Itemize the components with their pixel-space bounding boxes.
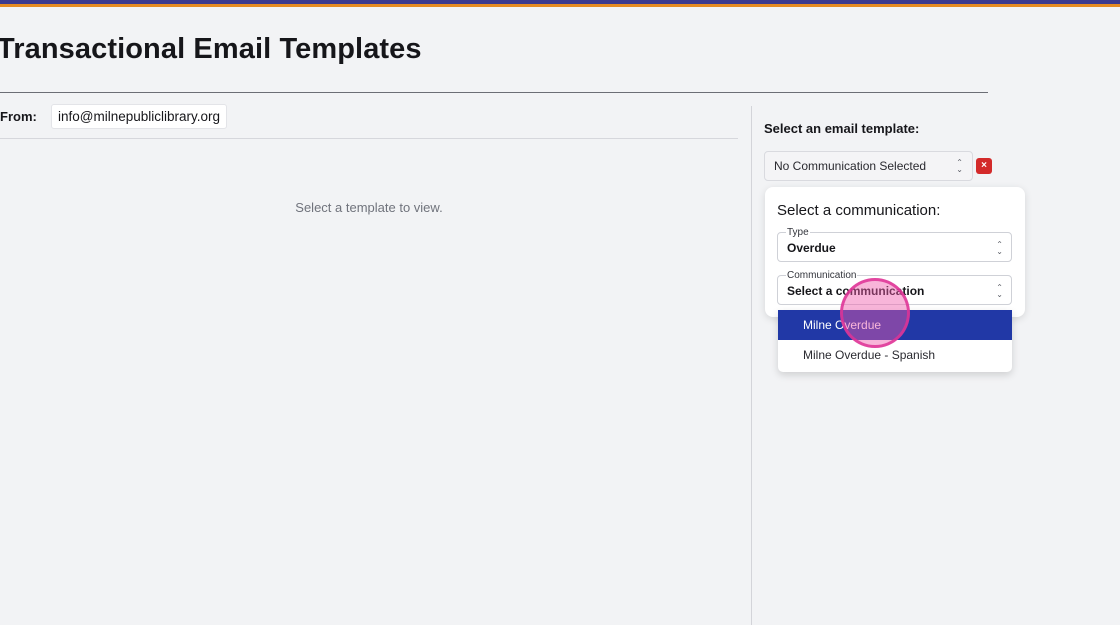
close-icon: ×	[981, 160, 987, 171]
communication-card-heading: Select a communication:	[777, 202, 941, 219]
type-select[interactable]: Type Overdue ⌃ ⌄	[777, 227, 1012, 262]
type-select-value: Overdue	[787, 241, 836, 255]
template-panel-title: Select an email template:	[764, 121, 920, 136]
menu-option-milne-overdue-spanish[interactable]: Milne Overdue - Spanish	[778, 340, 1012, 370]
from-label: From:	[0, 108, 37, 124]
page-title: Transactional Email Templates	[0, 33, 422, 65]
chevron-up-down-icon: ⌃ ⌄	[956, 158, 963, 174]
from-divider	[0, 138, 738, 139]
communication-select-label: Communication	[786, 270, 858, 281]
clear-template-button[interactable]: ×	[976, 158, 992, 174]
top-accent-bar	[0, 0, 1120, 7]
email-template-select[interactable]: No Communication Selected ⌃ ⌄	[764, 151, 973, 181]
type-select-label: Type	[786, 227, 810, 238]
panel-divider	[751, 106, 752, 625]
email-template-select-value: No Communication Selected	[774, 159, 927, 173]
click-indicator	[840, 278, 910, 348]
top-accent-stripe-secondary	[0, 4, 1120, 7]
from-address-field[interactable]: info@milnepubliclibrary.org	[51, 103, 228, 129]
template-preview-placeholder: Select a template to view.	[295, 200, 443, 215]
chevron-up-down-icon: ⌃ ⌄	[996, 283, 1003, 299]
chevron-up-down-icon: ⌃ ⌄	[996, 240, 1003, 256]
from-row: From: info@milnepubliclibrary.org	[0, 103, 228, 129]
title-divider	[0, 92, 988, 93]
